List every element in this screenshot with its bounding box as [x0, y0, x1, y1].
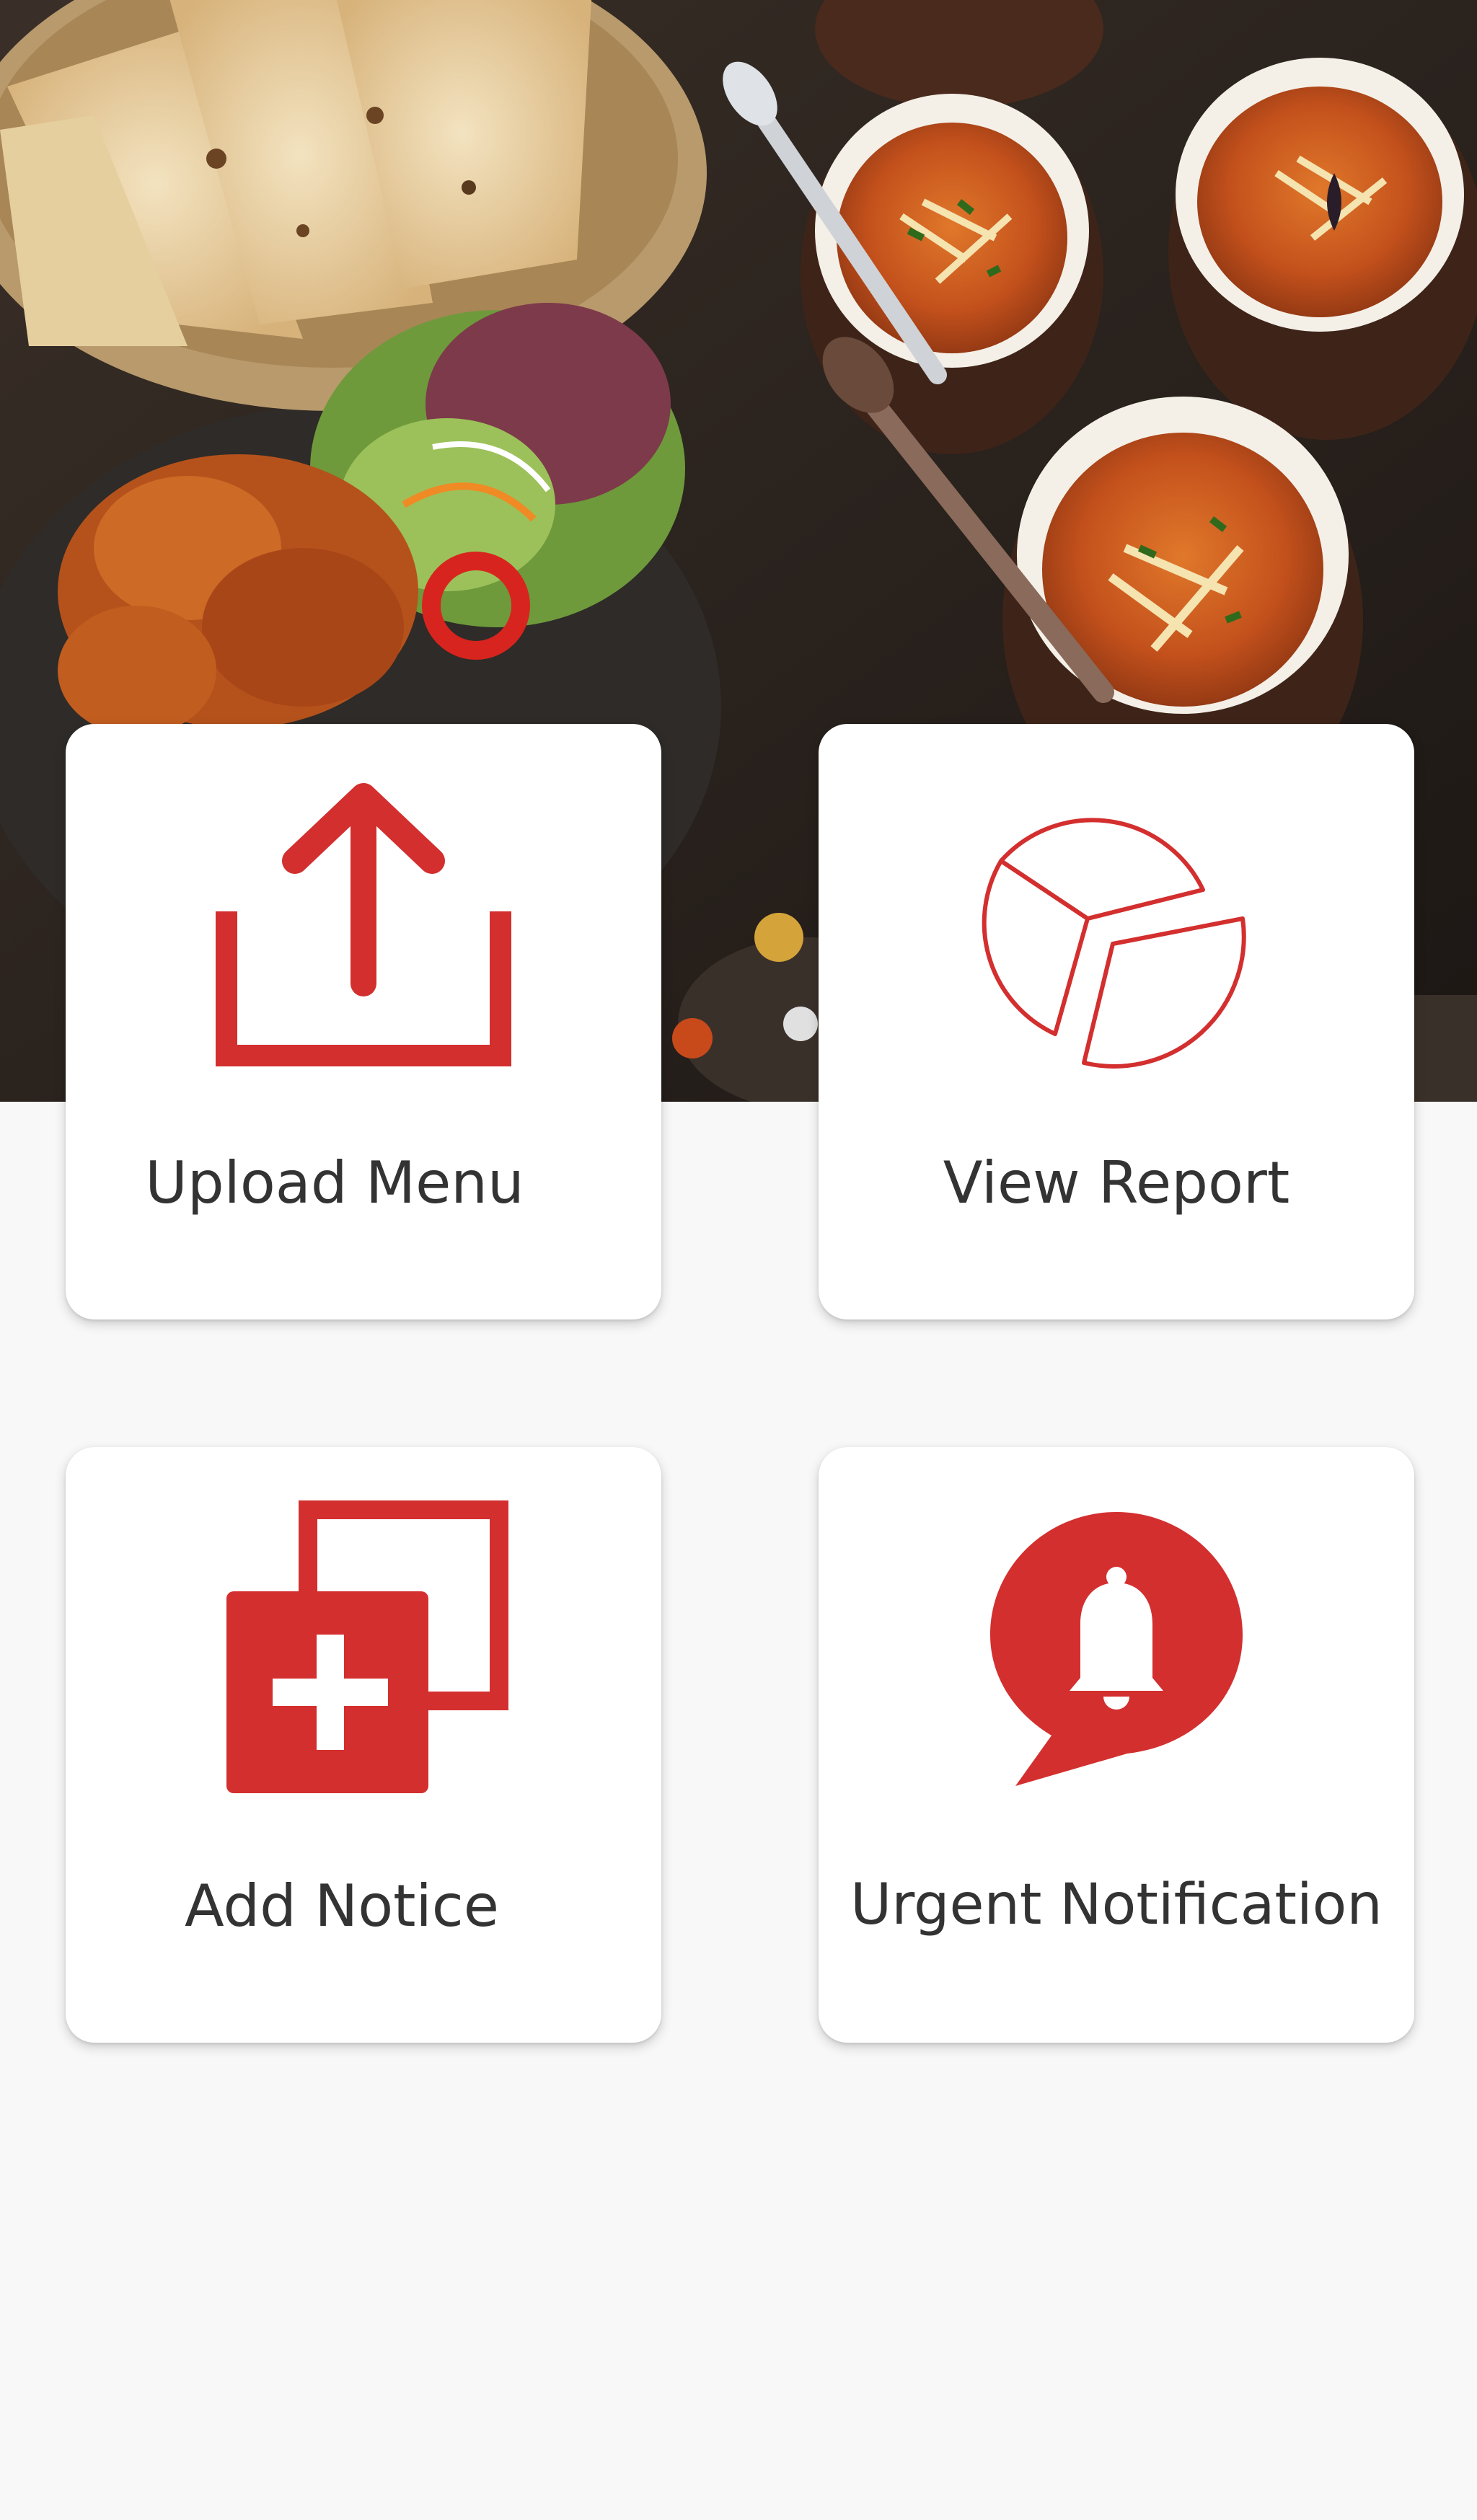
upload-menu-label: Upload Menu	[145, 1149, 524, 1216]
add-notice-icon	[66, 1490, 661, 1808]
upload-icon	[66, 767, 661, 1084]
view-report-label: View Report	[943, 1149, 1290, 1216]
home-screen: Upload Menu View Report Add Notice Urgen…	[0, 0, 1477, 2520]
bell-bubble-icon	[819, 1490, 1414, 1808]
urgent-notification-button[interactable]: Urgent Notification	[819, 1447, 1414, 2043]
urgent-notification-label: Urgent Notification	[850, 1873, 1383, 1937]
add-notice-button[interactable]: Add Notice	[66, 1447, 661, 2043]
upload-menu-button[interactable]: Upload Menu	[66, 724, 661, 1319]
pie-chart-icon	[819, 767, 1414, 1084]
view-report-button[interactable]: View Report	[819, 724, 1414, 1319]
add-notice-label: Add Notice	[185, 1873, 499, 1940]
